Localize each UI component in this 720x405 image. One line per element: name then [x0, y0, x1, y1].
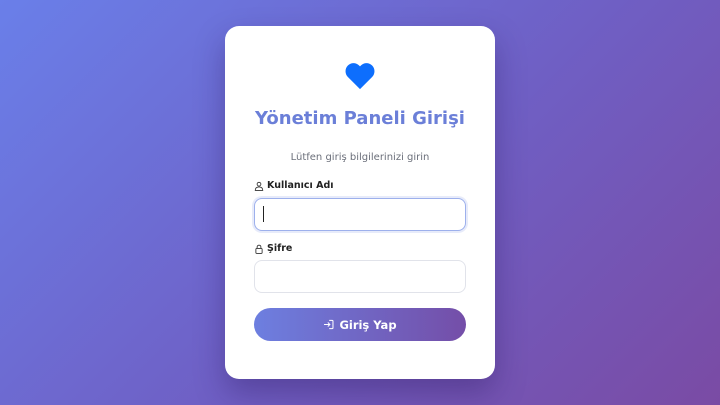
username-input[interactable] — [254, 198, 466, 231]
login-card: Yönetim Paneli Girişi Lütfen giriş bilgi… — [225, 26, 495, 379]
user-icon — [254, 181, 264, 191]
password-input[interactable] — [254, 260, 466, 293]
username-label: Kullanıcı Adı — [254, 180, 334, 191]
username-label-text: Kullanıcı Adı — [267, 180, 334, 191]
lock-icon — [255, 244, 263, 254]
password-label: Şifre — [254, 243, 292, 254]
sign-in-icon — [324, 319, 334, 330]
password-label-text: Şifre — [267, 243, 293, 254]
page-title: Yönetim Paneli Girişi — [255, 108, 465, 129]
heart-icon — [345, 63, 375, 90]
login-button-label: Giriş Yap — [339, 317, 397, 332]
text-cursor — [263, 206, 265, 222]
page-subtitle: Lütfen giriş bilgilerinizi girin — [290, 152, 430, 163]
login-button[interactable]: Giriş Yap — [254, 308, 466, 341]
